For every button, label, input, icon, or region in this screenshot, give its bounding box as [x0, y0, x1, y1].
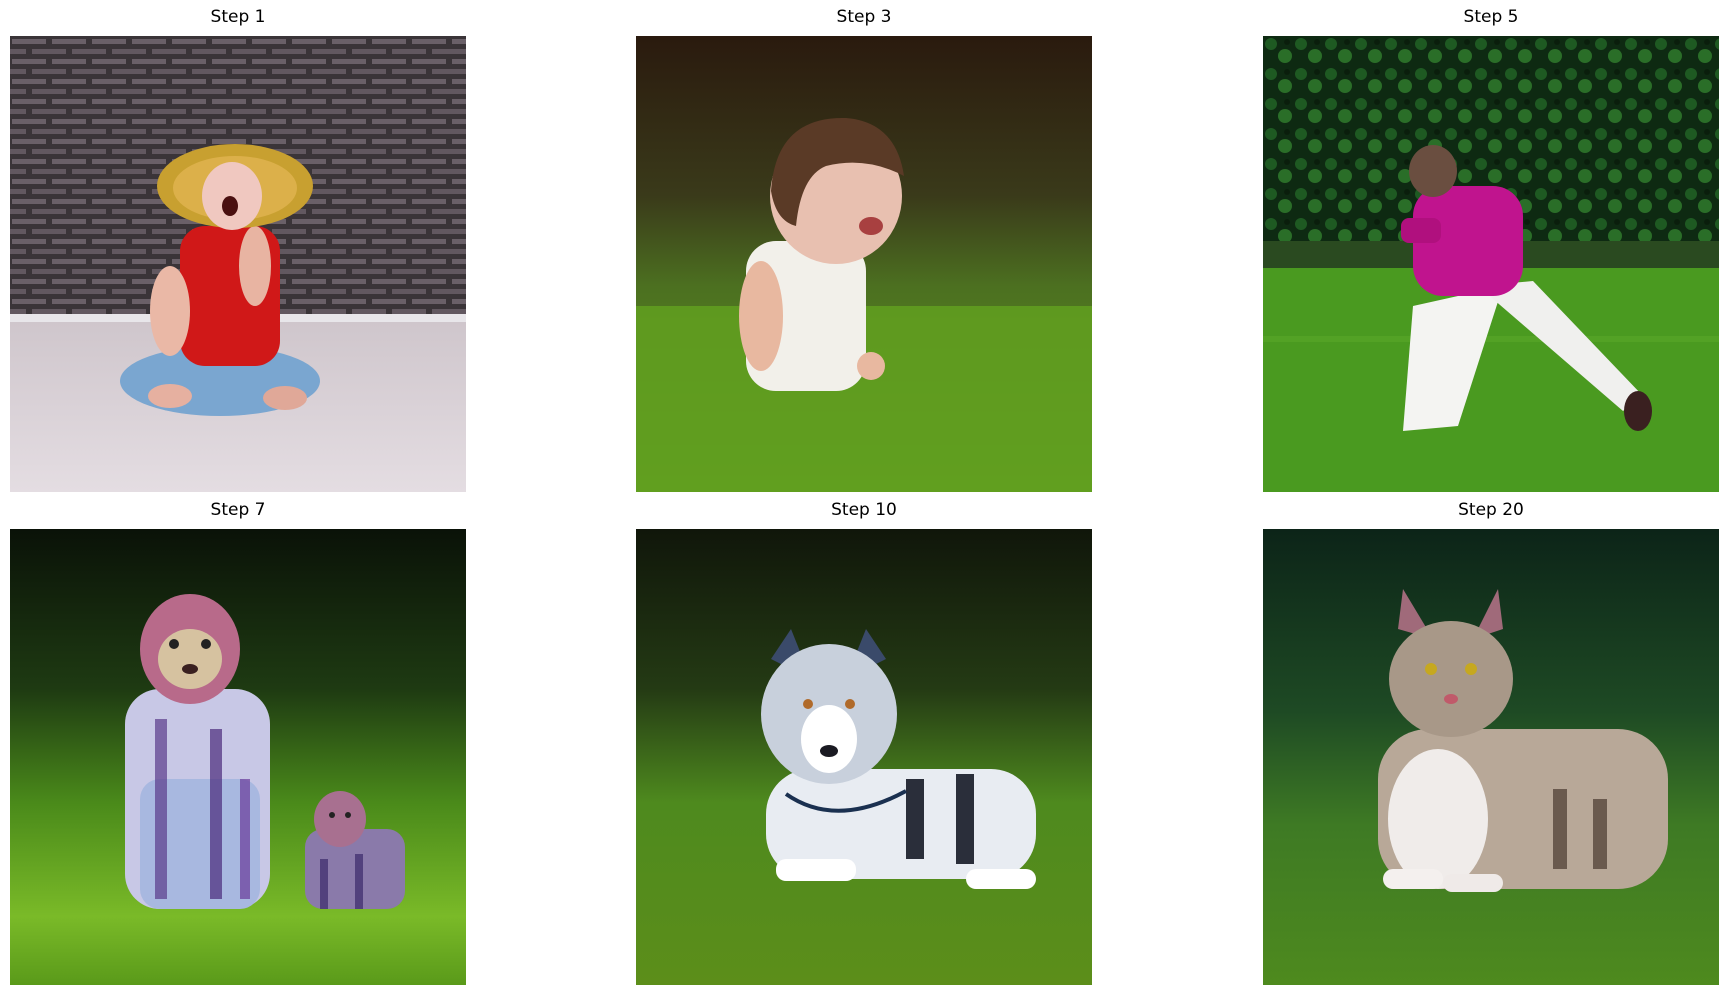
panel-title: Step 7	[210, 500, 266, 520]
generated-image-step-20	[1263, 529, 1719, 985]
panel-title: Step 10	[831, 500, 897, 520]
generated-image-step-7	[10, 529, 466, 985]
generated-image-step-1	[10, 36, 466, 492]
image-cat	[1263, 529, 1719, 985]
panel-title: Step 5	[1463, 7, 1519, 27]
generated-image-step-3	[636, 36, 1092, 492]
image-toddler-grass	[636, 36, 1092, 492]
panel-title: Step 20	[1458, 500, 1524, 520]
image-toddler-hat	[10, 36, 466, 492]
generated-image-step-5	[1263, 36, 1719, 492]
panel-title: Step 3	[836, 7, 892, 27]
image-tigers	[10, 529, 466, 985]
image-person-lawn	[1263, 36, 1719, 492]
image-husky	[636, 529, 1092, 985]
generated-image-step-10	[636, 529, 1092, 985]
panel-title: Step 1	[210, 7, 266, 27]
